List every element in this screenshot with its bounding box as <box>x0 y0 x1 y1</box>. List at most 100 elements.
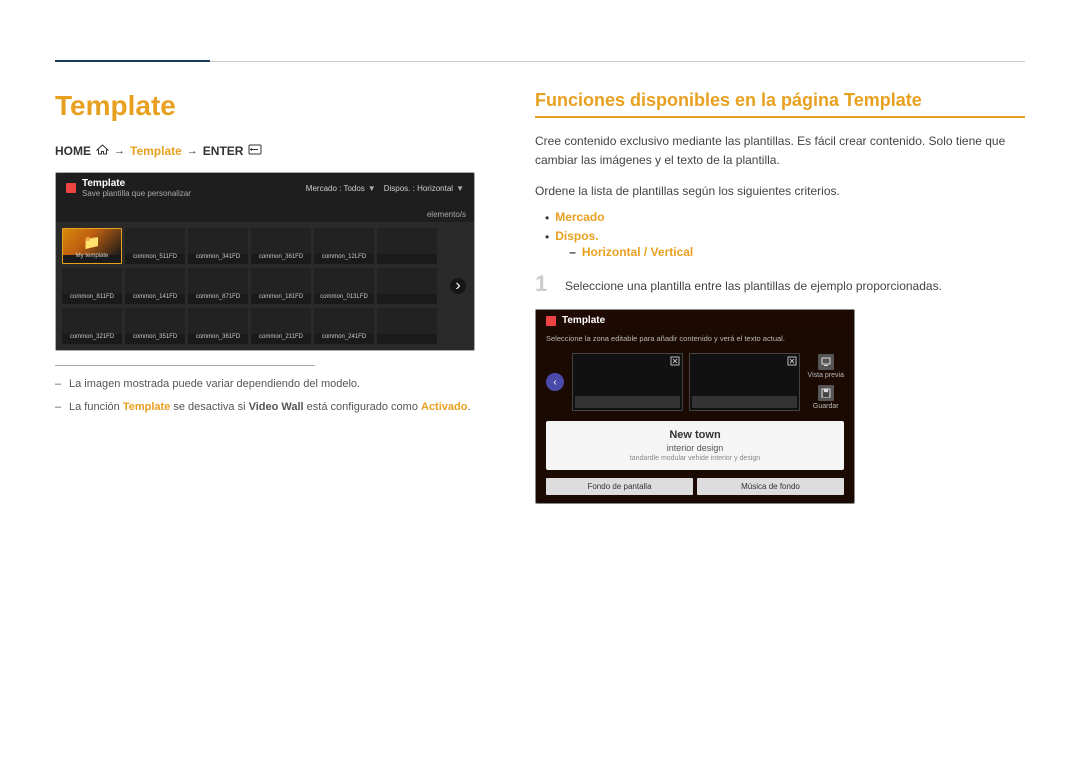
top-line-separator <box>210 61 1025 62</box>
mockup-grid-row-3: common_321FD common_351FD common_361FD <box>62 308 468 344</box>
top-line-accent <box>55 60 210 62</box>
mockup-cell-5[interactable]: common_12LFD <box>314 228 374 264</box>
mockup-cell-9[interactable]: common_871FD <box>188 268 248 304</box>
bullet-sub-horizontal-vertical: Horizontal / Vertical <box>569 245 693 259</box>
mockup-grid-wrapper: 📁 My template common_511FD common_341FD <box>56 222 474 350</box>
mockup2-save-icon <box>818 385 834 401</box>
mockup2-save-label: Guardar <box>813 403 839 410</box>
step-1: 1 Seleccione una plantilla entre las pla… <box>535 273 1025 295</box>
page-title: Template <box>55 90 475 122</box>
page-container: Template HOME → Template → ENTER <box>0 0 1080 544</box>
enter-icon <box>248 144 262 158</box>
breadcrumb-home: HOME <box>55 144 91 158</box>
note-list: La imagen mostrada puede variar dependie… <box>55 376 475 415</box>
section-description: Cree contenido exclusivo mediante las pl… <box>535 132 1025 170</box>
mockup-grid-row-2: common_811FD common_141FD common_871FD <box>62 268 468 304</box>
breadcrumb-template: Template <box>130 144 182 158</box>
mockup2-screen-1 <box>572 353 683 411</box>
home-icon <box>96 144 109 158</box>
mockup2-save-btn[interactable]: Guardar <box>813 385 839 410</box>
mockup-cell-6[interactable] <box>377 228 437 264</box>
bullet-dispos-text: Dispos. <box>555 229 598 243</box>
mockup-cell-10[interactable]: common_181FD <box>251 268 311 304</box>
mockup-cell-17[interactable]: common_241FD <box>314 308 374 344</box>
mockup2-text-title: New town <box>556 429 834 441</box>
mockup2-header-title: Template <box>562 315 605 326</box>
top-lines <box>55 60 1025 62</box>
mockup-cell-2[interactable]: common_511FD <box>125 228 185 264</box>
step-1-number: 1 <box>535 273 555 295</box>
note-template-highlight: Template <box>123 401 170 413</box>
left-column: Template HOME → Template → ENTER <box>55 90 475 504</box>
right-column: Funciones disponibles en la página Templ… <box>535 90 1025 504</box>
mockup2-screen-inner-2 <box>692 396 797 408</box>
mockup2-preview-icon <box>818 354 834 370</box>
mockup-cell-14[interactable]: common_351FD <box>125 308 185 344</box>
mockup-cell-12[interactable] <box>377 268 437 304</box>
mockup2-footer-btn-2[interactable]: Música de fondo <box>697 478 844 495</box>
mockup2-screen-2-icon[interactable] <box>787 356 797 368</box>
mockup-cell-15[interactable]: common_361FD <box>188 308 248 344</box>
mockup2-prev-btn[interactable]: ‹ <box>546 373 564 391</box>
note-videowall-highlight: Video Wall <box>249 401 304 413</box>
mockup-header-title: Template Save plantilla que personalizar <box>82 178 191 198</box>
mockup-cell-3[interactable]: common_341FD <box>188 228 248 264</box>
mockup2-header: Template <box>536 310 854 331</box>
breadcrumb-arrow-1: → <box>114 145 125 157</box>
bullet-item-dispos: • Dispos. Horizontal / Vertical <box>545 229 1025 259</box>
mockup-cell-18[interactable] <box>377 308 437 344</box>
mockup2-subtitle: Seleccione la zona editable para añadir … <box>536 331 854 347</box>
mockup2-text-area: New town interior design tandardle modul… <box>546 421 844 470</box>
mockup-cell-16[interactable]: common_211FD <box>251 308 311 344</box>
content-layout: Template HOME → Template → ENTER <box>55 90 1025 504</box>
template-mockup-2: Template Seleccione la zona editable par… <box>535 309 855 504</box>
bullet-sub-list: Horizontal / Vertical <box>555 245 693 259</box>
mockup2-header-icon <box>546 316 556 326</box>
mockup-cell-8[interactable]: common_141FD <box>125 268 185 304</box>
breadcrumb-arrow-2: → <box>187 145 198 157</box>
breadcrumb-enter: ENTER <box>203 144 244 158</box>
mockup-nav-arrow[interactable]: › <box>450 278 466 294</box>
mockup-header-left: Template Save plantilla que personalizar <box>66 178 191 198</box>
mockup2-screen-2 <box>689 353 800 411</box>
mockup2-content: ‹ <box>536 347 854 421</box>
mockup2-screen-inner <box>575 396 680 408</box>
note-activado-highlight: Activado <box>421 401 467 413</box>
mockup-cell-11[interactable]: common_013LFD <box>314 268 374 304</box>
mockup-filter-1: Mercado : Todos ▼ <box>306 184 376 193</box>
bullet-dot-2: • <box>545 230 549 244</box>
template-mockup-1: Template Save plantilla que personalizar… <box>55 172 475 351</box>
note-item-1: La imagen mostrada puede variar dependie… <box>55 376 475 393</box>
mockup2-text-desc: tandardle modular vehide interior y desi… <box>556 455 834 462</box>
bullet-item-mercado: • Mercado <box>545 210 1025 225</box>
mockup-cell-4[interactable]: common_361FD <box>251 228 311 264</box>
mockup2-footer: Fondo de pantalla Música de fondo <box>536 478 854 503</box>
mockup2-preview-btn[interactable]: Vista previa <box>808 354 844 379</box>
bullet-horizontal-vertical: Horizontal / Vertical <box>582 245 693 259</box>
section-title: Funciones disponibles en la página Templ… <box>535 90 1025 118</box>
mockup-header-right: Mercado : Todos ▼ Dispos. : Horizontal ▼ <box>306 184 464 193</box>
mockup-cell-7[interactable]: common_811FD <box>62 268 122 304</box>
mockup-cell-13[interactable]: common_321FD <box>62 308 122 344</box>
mockup-filter-2: Dispos. : Horizontal ▼ <box>384 184 464 193</box>
mockup2-screens <box>572 353 800 411</box>
bullet-dot-1: • <box>545 211 549 225</box>
mockup2-preview-label: Vista previa <box>808 372 844 379</box>
mockup2-screen-icon[interactable] <box>670 356 680 368</box>
mockup-header: Template Save plantilla que personalizar… <box>56 173 474 203</box>
mockup-header-icon <box>66 183 76 193</box>
mockup2-footer-btn-1[interactable]: Fondo de pantalla <box>546 478 693 495</box>
divider-line <box>55 365 315 366</box>
breadcrumb: HOME → Template → ENTER <box>55 144 475 158</box>
mockup-grid-area: 📁 My template common_511FD common_341FD <box>56 222 474 350</box>
mockup-grid-row-1: 📁 My template common_511FD common_341FD <box>62 228 468 264</box>
sort-label: Ordene la lista de plantillas según los … <box>535 184 1025 198</box>
mockup-elements-label: elemento/s <box>427 210 466 219</box>
note-item-2: La función Template se desactiva si Vide… <box>55 399 475 416</box>
mockup-cell-mytemplate[interactable]: 📁 My template <box>62 228 122 264</box>
step-1-text: Seleccione una plantilla entre las plant… <box>565 273 942 295</box>
mockup2-right-btns: Vista previa Guardar <box>808 354 844 410</box>
mockup2-text-subtitle: interior design <box>556 443 834 453</box>
bullet-mercado-text: Mercado <box>555 210 604 224</box>
criteria-list: • Mercado • Dispos. Horizontal / Vertica… <box>535 210 1025 259</box>
